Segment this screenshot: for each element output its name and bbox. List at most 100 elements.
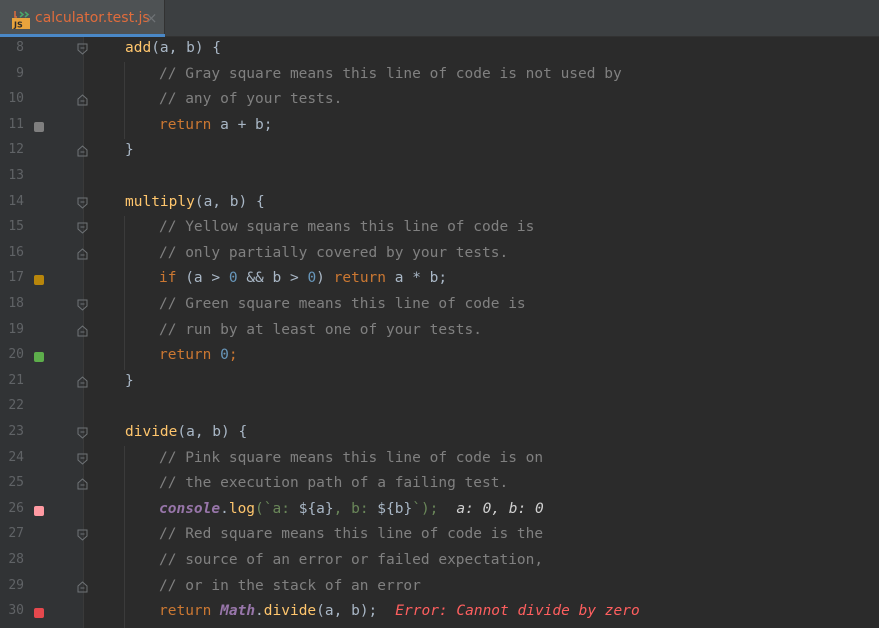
code-line: // or in the stack of an error 29 xyxy=(0,575,879,601)
code-line: add(a, b) { 8 xyxy=(0,37,879,63)
fold-start-icon[interactable] xyxy=(77,529,88,542)
fold-end-icon[interactable] xyxy=(77,248,88,260)
code-text[interactable]: multiply(a, b) { xyxy=(125,194,265,210)
line-number[interactable]: 26 xyxy=(0,501,24,516)
fold-end-icon[interactable] xyxy=(77,376,88,388)
fold-start-icon[interactable] xyxy=(77,43,88,55)
line-number[interactable]: 25 xyxy=(0,475,24,490)
method-call: log xyxy=(228,500,256,517)
code-line: multiply(a, b) { 14 xyxy=(0,191,879,217)
code-text[interactable]: // any of your tests. xyxy=(159,91,342,107)
close-tab-icon[interactable]: × xyxy=(145,9,158,27)
line-number[interactable]: 10 xyxy=(0,91,24,106)
fold-start-icon[interactable] xyxy=(77,299,88,311)
line-number[interactable]: 13 xyxy=(0,168,24,183)
fold-start-icon[interactable] xyxy=(77,197,88,209)
code-text[interactable]: } xyxy=(125,142,134,158)
code-line: return Math.divide(a, b); Error: Cannot d… xyxy=(0,600,879,626)
keyword: return xyxy=(159,347,212,364)
code-line: 22 xyxy=(0,395,879,421)
code-text[interactable]: // Red square means this line of code is… xyxy=(159,526,543,542)
code-text[interactable]: // Pink square means this line of code i… xyxy=(159,450,543,466)
coverage-gray-marker[interactable] xyxy=(34,121,44,132)
line-number[interactable]: 29 xyxy=(0,578,24,593)
number-literal: 0 xyxy=(307,270,317,287)
comment: // source of an error or failed expectat… xyxy=(159,552,544,568)
method-name: multiply xyxy=(125,193,195,210)
code-text[interactable]: // Gray square means this line of code i… xyxy=(159,66,622,82)
code-token: a + b; xyxy=(211,116,273,133)
code-text[interactable]: return a + b; xyxy=(159,117,273,133)
line-number[interactable]: 14 xyxy=(0,194,24,209)
code-line: // Gray square means this line of code i… xyxy=(0,63,879,89)
code-text[interactable]: // run by at least one of your tests. xyxy=(159,322,482,338)
code-token: ) xyxy=(316,270,334,287)
fold-end-icon[interactable] xyxy=(77,324,88,337)
fold-start-icon[interactable] xyxy=(77,453,88,465)
line-number[interactable]: 22 xyxy=(0,398,24,413)
fold-end-icon[interactable] xyxy=(77,478,88,490)
code-text[interactable]: // the execution path of a failing test. xyxy=(159,475,508,491)
fold-end-icon[interactable] xyxy=(77,580,88,593)
coverage-green-marker[interactable] xyxy=(34,352,44,363)
code-text[interactable]: console.log(`a: ${a}, b: ${b}`); a: 0, b:… xyxy=(159,501,544,517)
coverage-yellow-marker[interactable] xyxy=(34,275,44,286)
code-line: // run by at least one of your tests. 19 xyxy=(0,319,879,345)
keyword: return xyxy=(159,603,212,620)
line-number[interactable]: 30 xyxy=(0,603,24,618)
code-line: console.log(`a: ${a}, b: ${b}`); a: 0, b:… xyxy=(0,498,879,524)
fold-start-icon[interactable] xyxy=(77,222,88,234)
code-text[interactable]: if (a > 0 && b > 0) return a * b; xyxy=(159,270,447,286)
line-number[interactable]: 11 xyxy=(0,117,24,132)
line-number[interactable]: 15 xyxy=(0,219,24,234)
line-number[interactable]: 17 xyxy=(0,270,24,285)
code-token: ; xyxy=(228,347,238,364)
code-text[interactable]: // Green square means this line of code … xyxy=(159,296,526,312)
code-text[interactable]: } xyxy=(125,373,134,389)
line-number[interactable]: 27 xyxy=(0,526,24,541)
code-text[interactable]: // only partially covered by your tests. xyxy=(159,245,508,261)
code-text[interactable]: return Math.divide(a, b); Error: Cannot d… xyxy=(159,603,640,619)
line-number[interactable]: 18 xyxy=(0,296,24,311)
string-literal: a: xyxy=(272,500,299,517)
code-text[interactable]: // Yellow square means this line of code… xyxy=(159,219,534,235)
code-editor[interactable]: add(a, b) { 8 // Gray square means this … xyxy=(0,37,879,628)
code-line: // Red square means this line of code is… xyxy=(0,523,879,549)
code-token: . xyxy=(220,500,229,517)
line-number[interactable]: 16 xyxy=(0,245,24,260)
line-number[interactable]: 12 xyxy=(0,142,24,157)
global-object: Math xyxy=(220,603,256,620)
code-text[interactable]: // source of an error or failed expectat… xyxy=(159,552,543,568)
line-number[interactable]: 19 xyxy=(0,322,24,337)
line-number[interactable]: 24 xyxy=(0,450,24,465)
fold-start-icon[interactable] xyxy=(77,427,88,439)
code-token: } xyxy=(125,372,134,389)
code-line: // the execution path of a failing test.… xyxy=(0,472,879,498)
line-number[interactable]: 20 xyxy=(0,347,24,362)
code-text[interactable]: add(a, b) { xyxy=(125,40,221,56)
line-number[interactable]: 23 xyxy=(0,424,24,439)
coverage-red-marker[interactable] xyxy=(34,608,44,619)
line-number[interactable]: 9 xyxy=(0,66,24,81)
code-line: return 0; 20 xyxy=(0,344,879,370)
tab-calculator-test[interactable]: JS calculator.test.js × xyxy=(0,0,165,37)
code-text[interactable]: // or in the stack of an error xyxy=(159,578,421,594)
code-text[interactable]: return 0; xyxy=(159,347,238,363)
coverage-pink-marker[interactable] xyxy=(34,505,44,516)
fold-end-icon[interactable] xyxy=(77,145,88,157)
keyword: return xyxy=(159,116,212,133)
code-token: a * b; xyxy=(386,270,448,287)
comment: // any of your tests. xyxy=(159,91,343,108)
comment: // Red square means this line of code is… xyxy=(159,526,544,543)
number-literal: 0 xyxy=(228,270,238,287)
code-text[interactable]: divide(a, b) { xyxy=(125,424,247,440)
fold-end-icon[interactable] xyxy=(77,94,88,106)
number-literal: 0 xyxy=(220,347,229,364)
code-line: // Green square means this line of code … xyxy=(0,293,879,319)
line-number[interactable]: 21 xyxy=(0,373,24,388)
code-token: (a, b); xyxy=(316,603,378,620)
line-number[interactable]: 28 xyxy=(0,552,24,567)
line-number[interactable]: 8 xyxy=(0,40,24,55)
